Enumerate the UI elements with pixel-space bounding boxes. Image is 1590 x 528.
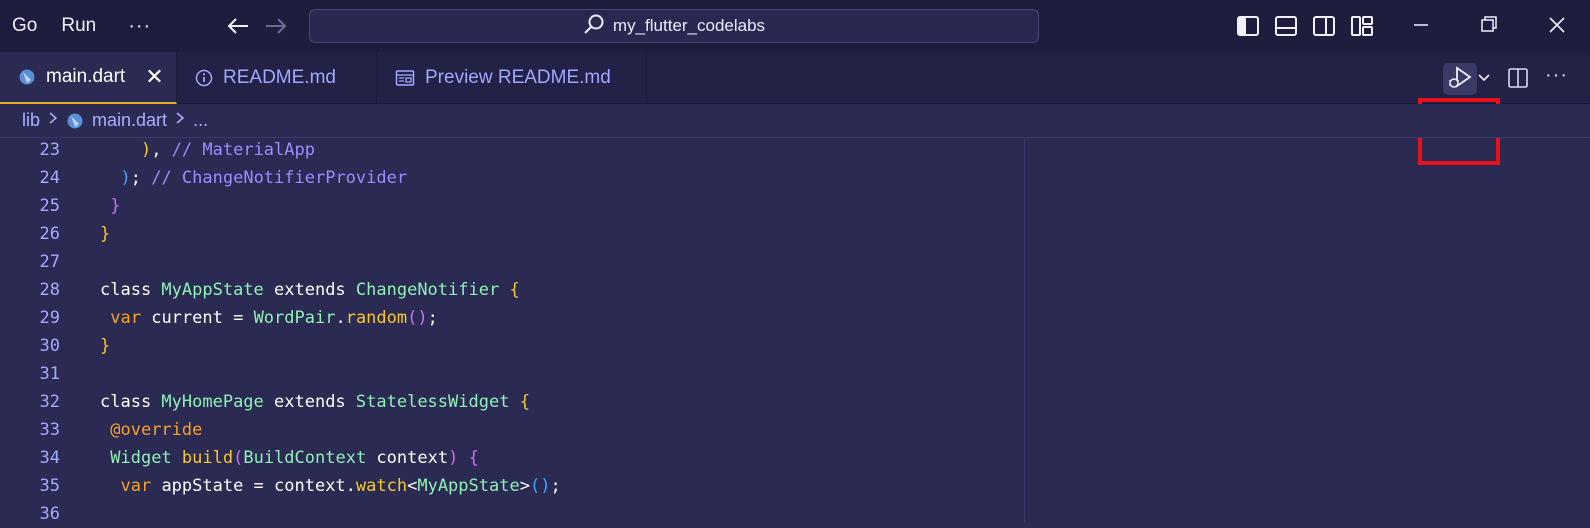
preview-icon: [395, 69, 415, 87]
line-number: 27: [39, 252, 60, 272]
code-line[interactable]: 35 var appState = context.watch<MyAppSta…: [0, 472, 1000, 500]
code-text: }: [100, 336, 111, 356]
chevron-right-icon: [175, 111, 185, 130]
code-text: var current = WordPair.random();: [110, 308, 438, 328]
code-line[interactable]: 29 var current = WordPair.random();: [0, 304, 1000, 332]
toggle-secondary-sidebar-icon[interactable]: [1312, 15, 1336, 42]
menu-go[interactable]: Go: [12, 15, 37, 37]
breadcrumb: lib main.dart ...: [0, 104, 1590, 138]
editor-ruler: [1024, 139, 1025, 523]
code-text: class MyAppState extends ChangeNotifier …: [100, 280, 520, 300]
code-text: }: [110, 196, 121, 216]
tab-label: Preview README.md: [425, 67, 611, 88]
line-number: 26: [39, 224, 60, 244]
layout-controls: [1236, 15, 1374, 42]
line-number: 29: [39, 308, 60, 328]
tab-readme[interactable]: README.md: [177, 52, 377, 104]
toggle-primary-sidebar-icon[interactable]: [1236, 15, 1260, 42]
line-number: 33: [39, 420, 60, 440]
code-line[interactable]: 31: [0, 360, 1000, 388]
line-number: 32: [39, 392, 60, 412]
code-line[interactable]: 30}: [0, 332, 1000, 360]
tab-preview-readme[interactable]: Preview README.md: [377, 52, 647, 104]
run-debug-button[interactable]: [1443, 63, 1477, 95]
title-bar: Go Run ··· my_flutter_codelabs: [0, 0, 1590, 52]
code-line[interactable]: 34 Widget build(BuildContext context) {: [0, 444, 1000, 472]
code-text: class MyHomePage extends StatelessWidget…: [100, 392, 530, 412]
code-line[interactable]: 36: [0, 500, 1000, 528]
code-line[interactable]: 25 }: [0, 192, 1000, 220]
code-text: }: [100, 224, 111, 244]
line-number: 36: [39, 504, 60, 524]
breadcrumb-symbol[interactable]: ...: [193, 110, 208, 131]
close-window-icon[interactable]: [1546, 13, 1568, 42]
breadcrumb-folder[interactable]: lib: [22, 110, 40, 131]
close-tab-icon[interactable]: ✕: [145, 64, 163, 90]
split-editor-icon[interactable]: [1507, 67, 1529, 94]
code-editor[interactable]: 23 ), // MaterialApp 24 ); // ChangeNotif…: [0, 136, 1590, 524]
search-label: my_flutter_codelabs: [612, 16, 766, 35]
code-text: @override: [110, 420, 203, 440]
code-line[interactable]: 27: [0, 248, 1000, 276]
line-number: 35: [39, 476, 60, 496]
dart-icon: [18, 68, 36, 86]
toggle-panel-icon[interactable]: [1274, 15, 1298, 42]
tab-main-dart[interactable]: main.dart ✕: [0, 52, 177, 104]
breadcrumb-file[interactable]: main.dart: [92, 110, 167, 131]
code-text: ), // MaterialApp: [140, 140, 315, 160]
line-number: 24: [39, 168, 60, 188]
restore-icon[interactable]: [1478, 13, 1500, 42]
dart-icon: [66, 112, 84, 130]
code-line[interactable]: 28 class MyAppState extends ChangeNotifie…: [0, 276, 1000, 304]
code-text: ); // ChangeNotifierProvider: [120, 168, 408, 188]
back-arrow-icon[interactable]: [225, 13, 251, 39]
chevron-right-icon: [48, 111, 58, 130]
run-debug-icon: [1446, 64, 1474, 95]
editor-tab-bar: main.dart ✕ README.md Preview README.md: [0, 52, 1590, 165]
chevron-down-icon[interactable]: [1477, 70, 1491, 89]
code-line[interactable]: 32 class MyHomePage extends StatelessWidg…: [0, 388, 1000, 416]
info-icon: [195, 69, 213, 87]
code-text: Widget build(BuildContext context) {: [110, 448, 479, 468]
minimize-icon[interactable]: [1410, 13, 1432, 42]
line-number: 25: [39, 196, 60, 216]
search-icon: [583, 13, 605, 40]
code-line[interactable]: 33 @override: [0, 416, 1000, 444]
menu-run[interactable]: Run: [61, 15, 96, 37]
line-number: 34: [39, 448, 60, 468]
tab-label: main.dart: [46, 66, 126, 87]
code-line[interactable]: 26}: [0, 220, 1000, 248]
customize-layout-icon[interactable]: [1350, 15, 1374, 42]
line-number: 30: [39, 336, 60, 356]
code-line[interactable]: 24 ); // ChangeNotifierProvider: [0, 164, 1000, 192]
line-number: 31: [39, 364, 60, 384]
line-number: 23: [39, 140, 60, 160]
more-actions-icon[interactable]: ···: [1545, 64, 1568, 87]
menu-more-icon[interactable]: ···: [128, 15, 151, 38]
forward-arrow-icon[interactable]: [263, 13, 289, 39]
command-center-search[interactable]: my_flutter_codelabs: [309, 9, 1039, 43]
line-number: 28: [39, 280, 60, 300]
tab-label: README.md: [223, 67, 336, 88]
code-text: var appState = context.watch<MyAppState>…: [120, 476, 561, 496]
code-line[interactable]: 23 ), // MaterialApp: [0, 136, 1000, 164]
